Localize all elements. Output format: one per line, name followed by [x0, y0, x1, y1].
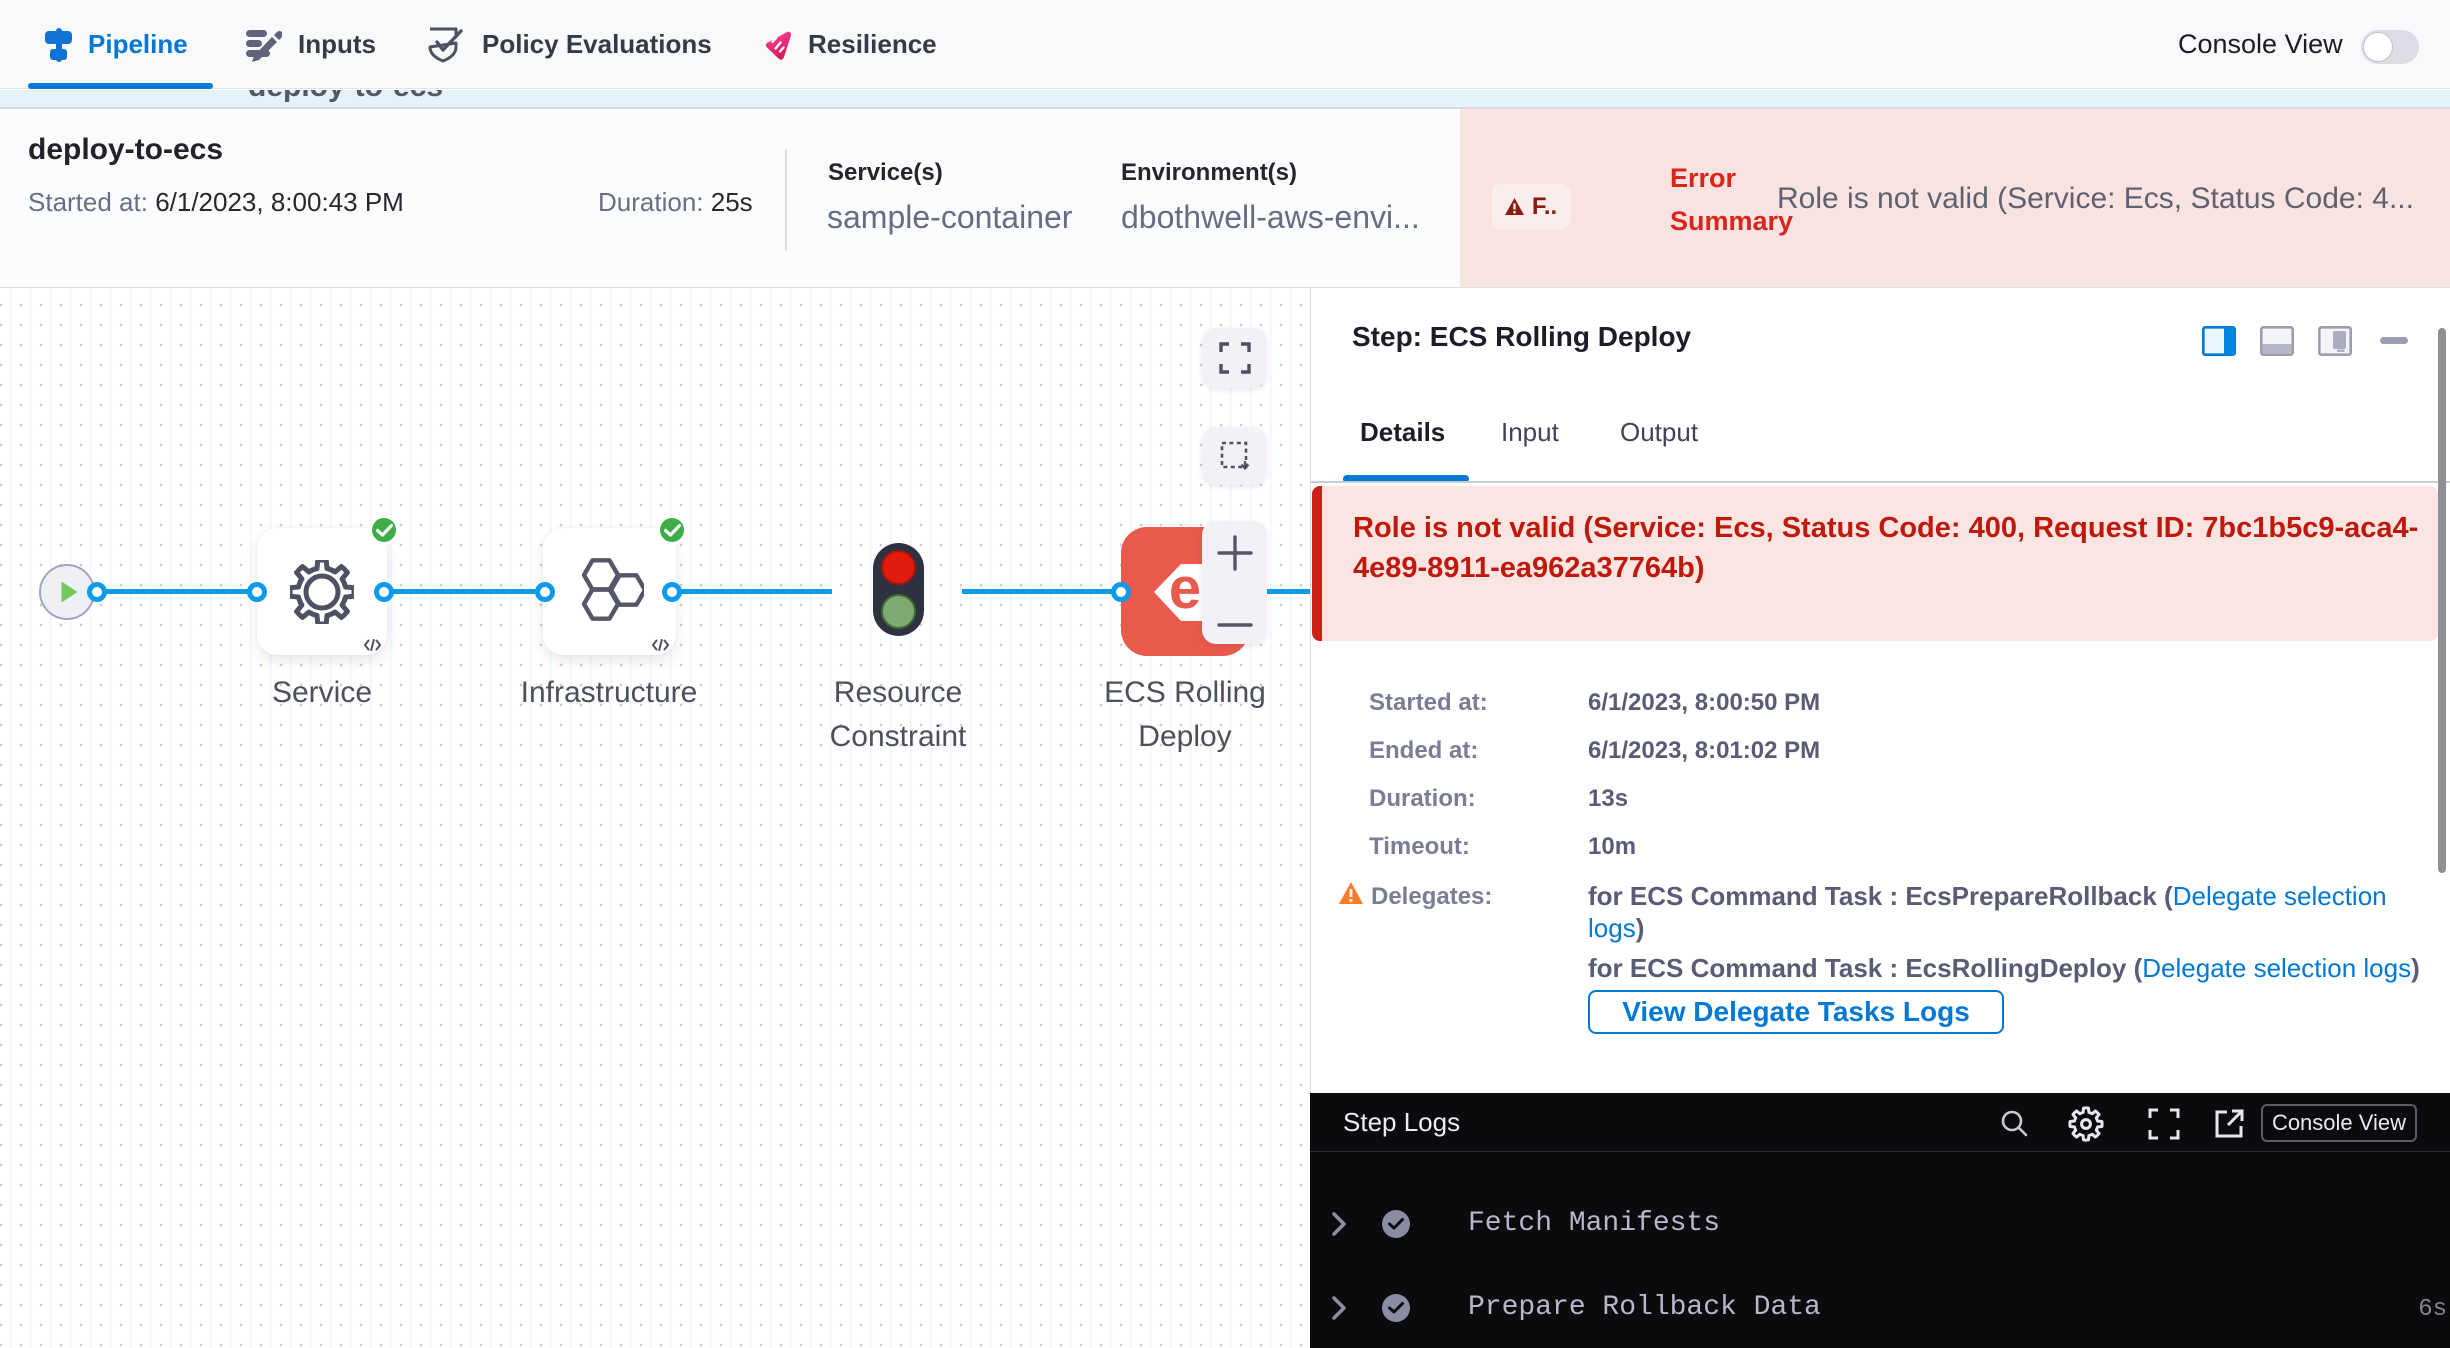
svg-text:e: e [1169, 556, 1201, 621]
